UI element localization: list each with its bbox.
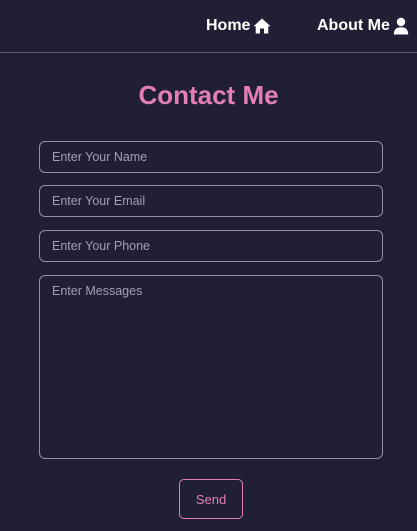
nav-about-link[interactable]: About Me — [317, 16, 411, 36]
page-title: Contact Me — [138, 80, 279, 110]
phone-input[interactable] — [39, 230, 383, 262]
email-input[interactable] — [39, 185, 383, 217]
send-button[interactable]: Send — [179, 479, 243, 519]
name-input[interactable] — [39, 141, 383, 173]
navbar: Home About Me — [0, 0, 417, 53]
home-icon — [253, 17, 271, 35]
user-icon — [393, 17, 411, 35]
nav-home-link[interactable]: Home — [206, 16, 271, 36]
message-textarea[interactable] — [39, 275, 383, 459]
nav-about-label: About Me — [317, 17, 390, 34]
nav-home-label: Home — [206, 17, 251, 34]
